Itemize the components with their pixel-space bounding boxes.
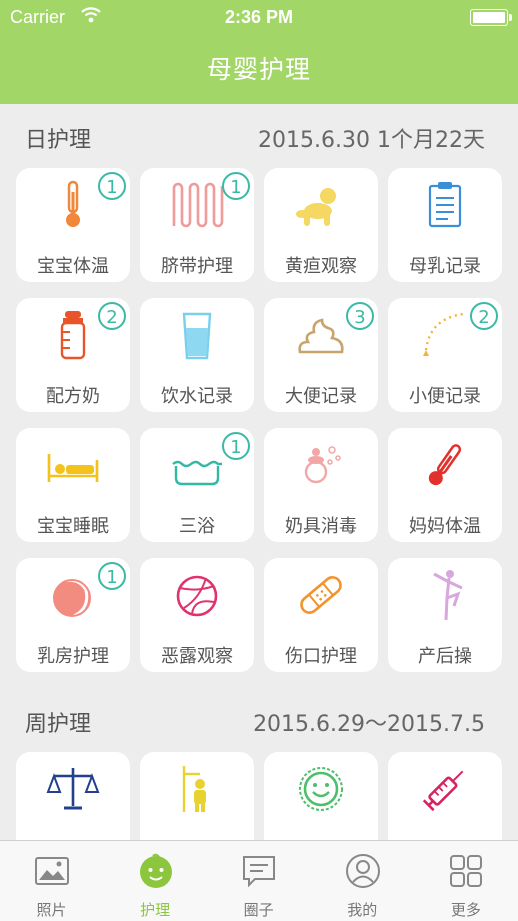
page-title: 母婴护理	[206, 55, 311, 84]
yoga-icon	[418, 568, 472, 622]
baby-bottle-icon	[46, 308, 100, 362]
tab-photo[interactable]: 照片	[0, 841, 103, 921]
daily-section-date: 2015.6.30 1个月22天	[258, 128, 485, 153]
tab-person[interactable]: 我的	[311, 841, 414, 921]
care-card-label: 产后操	[418, 646, 472, 667]
poop-icon	[294, 308, 348, 362]
breast-icon	[46, 568, 100, 622]
care-card[interactable]: 产后操	[388, 558, 502, 672]
smiley-icon	[294, 762, 348, 816]
crawling-baby-icon	[294, 178, 348, 232]
photo-icon	[34, 853, 70, 889]
care-card-label: 大便记录	[285, 386, 357, 407]
thermometer-icon	[46, 178, 100, 232]
status-bar: Carrier 2:36 PM	[0, 0, 518, 34]
care-card[interactable]: 妈妈体温	[388, 428, 502, 542]
care-card[interactable]: 宝宝体温 1	[16, 168, 130, 282]
care-card[interactable]: 小便记录 2	[388, 298, 502, 412]
bandage-icon	[294, 568, 348, 622]
count-badge: 1	[98, 172, 126, 200]
care-card[interactable]: 大便记录 3	[264, 298, 378, 412]
care-card-label: 乳房护理	[37, 646, 109, 667]
care-card-label: 宝宝体温	[37, 256, 109, 277]
syringe-icon	[418, 762, 472, 816]
care-card-label: 黄疸观察	[285, 256, 357, 277]
water-glass-icon	[170, 308, 224, 362]
care-card-label: 三浴	[179, 516, 215, 537]
care-card[interactable]: 奶具消毒	[264, 428, 378, 542]
care-card-label: 妈妈体温	[409, 516, 481, 537]
count-badge: 2	[98, 302, 126, 330]
pacifier-icon	[294, 438, 348, 492]
count-badge: 2	[470, 302, 498, 330]
care-card[interactable]: 宝宝睡眠	[16, 428, 130, 542]
care-card-label: 恶露观察	[161, 646, 233, 667]
chat-icon	[241, 853, 277, 889]
clipboard-icon	[418, 178, 472, 232]
care-card-label: 母乳记录	[409, 256, 481, 277]
grid-icon	[448, 853, 484, 889]
care-card-label: 伤口护理	[285, 646, 357, 667]
weekly-section-label: 周护理	[25, 712, 92, 737]
care-card-label: 饮水记录	[161, 386, 233, 407]
care-card[interactable]: 恶露观察	[140, 558, 254, 672]
weekly-section-header: 周护理 2015.6.29～2015.7.5	[0, 706, 518, 746]
care-card-label: 宝宝睡眠	[37, 516, 109, 537]
tab-grid[interactable]: 更多	[414, 841, 517, 921]
care-card-label: 脐带护理	[161, 256, 233, 277]
person-icon	[345, 853, 381, 889]
care-card[interactable]: 母乳记录	[388, 168, 502, 282]
tab-label: 我的	[347, 901, 378, 919]
care-card[interactable]: 三浴 1	[140, 428, 254, 542]
tab-label: 圈子	[243, 901, 274, 919]
tab-bar: 照片 护理 圈子 我的 更多	[0, 840, 518, 921]
care-card-label: 奶具消毒	[285, 516, 357, 537]
tab-label: 护理	[140, 901, 171, 919]
tab-chat[interactable]: 圈子	[207, 841, 310, 921]
care-card[interactable]: 饮水记录	[140, 298, 254, 412]
weekly-section-date: 2015.6.29～2015.7.5	[253, 712, 485, 737]
tab-label: 照片	[36, 901, 67, 919]
count-badge: 1	[98, 562, 126, 590]
bathtub-icon	[170, 438, 224, 492]
care-card-label: 小便记录	[409, 386, 481, 407]
count-badge: 1	[222, 172, 250, 200]
care-card[interactable]: 伤口护理	[264, 558, 378, 672]
red-thermometer-icon	[418, 438, 472, 492]
daily-section-label: 日护理	[25, 128, 92, 153]
count-badge: 1	[222, 432, 250, 460]
tab-label: 更多	[450, 901, 481, 919]
height-icon	[170, 762, 224, 816]
care-card[interactable]: 乳房护理 1	[16, 558, 130, 672]
care-card[interactable]: 配方奶 2	[16, 298, 130, 412]
tab-baby-face[interactable]: 护理	[104, 841, 207, 921]
care-card-label: 配方奶	[46, 386, 100, 407]
umbilical-icon	[170, 178, 224, 232]
pee-arc-icon	[418, 308, 472, 362]
scale-icon	[46, 762, 100, 816]
care-card[interactable]: 黄疸观察	[264, 168, 378, 282]
battery-icon	[470, 9, 512, 26]
nav-header: Carrier 2:36 PM 母婴护理	[0, 0, 518, 104]
care-card[interactable]: 脐带护理 1	[140, 168, 254, 282]
bed-icon	[46, 438, 100, 492]
status-time: 2:36 PM	[224, 7, 294, 27]
daily-section-header: 日护理 2015.6.30 1个月22天	[0, 122, 518, 162]
ball-icon	[170, 568, 224, 622]
baby-face-icon	[138, 853, 174, 889]
count-badge: 3	[346, 302, 374, 330]
